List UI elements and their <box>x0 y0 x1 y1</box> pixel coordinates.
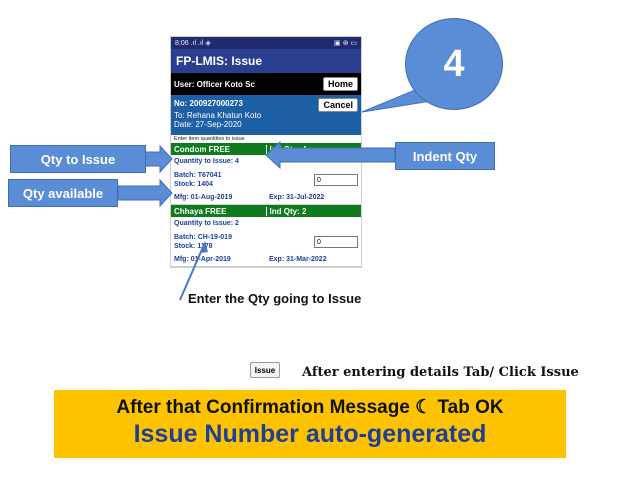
confirmation-banner: After that Confirmation Message ☾ Tab OK… <box>54 390 566 458</box>
step-number-bubble: 4 <box>405 18 503 110</box>
banner-line2: Issue Number auto-generated <box>133 420 487 448</box>
banner-line1: After that Confirmation Message ☾ Tab OK <box>116 397 504 418</box>
enter-qty-arrowhead <box>200 241 208 253</box>
indent-qty-callout: Indent Qty <box>395 142 495 170</box>
enter-qty-caption: Enter the Qty going to Issue <box>188 291 362 306</box>
qty-available-callout: Qty available <box>8 179 118 207</box>
qty-to-issue-arrow <box>144 144 173 174</box>
issue-button[interactable]: Issue <box>250 362 280 378</box>
after-entering-caption: After entering details Tab/ Click Issue <box>302 365 579 380</box>
indent-qty-arrow <box>265 140 396 170</box>
qty-available-arrow <box>117 178 173 208</box>
qty-to-issue-callout: Qty to Issue <box>10 145 146 173</box>
